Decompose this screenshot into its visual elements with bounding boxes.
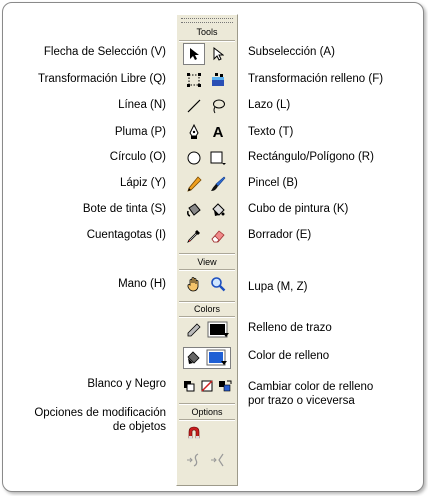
- divider: [179, 301, 235, 303]
- label-rectangulo: Rectángulo/Polígono (R): [248, 151, 374, 163]
- label-borrador: Borrador (E): [248, 229, 312, 241]
- stroke-color-icon: [187, 323, 201, 337]
- no-color-button[interactable]: [198, 375, 215, 397]
- text-icon: A: [212, 123, 224, 141]
- brush-tool-button[interactable]: [207, 173, 229, 195]
- stroke-color-swatch[interactable]: [206, 319, 232, 341]
- selection-tool-button[interactable]: [183, 43, 205, 65]
- label-opciones-1: Opciones de modificación: [34, 407, 166, 419]
- arrow-icon: [190, 48, 199, 60]
- swap-colors-icon: [218, 380, 231, 392]
- fill-color-row: [183, 347, 231, 369]
- free-transform-tool-button[interactable]: [183, 69, 205, 91]
- stroke-color-tool: [183, 319, 205, 341]
- paint-bucket-icon: [212, 203, 225, 216]
- pencil-icon: [187, 176, 202, 192]
- subselection-tool-button[interactable]: [207, 43, 229, 65]
- lasso-icon: [213, 99, 225, 114]
- divider: [179, 253, 235, 255]
- label-lupa: Lupa (M, Z): [248, 281, 308, 293]
- ink-bottle-icon: [187, 203, 201, 217]
- divider: [179, 269, 235, 271]
- fill-color-icon: [187, 351, 200, 364]
- hand-tool-button[interactable]: [183, 273, 205, 295]
- zoom-tool-button[interactable]: [207, 273, 229, 295]
- label-circulo: Círculo (O): [109, 151, 166, 163]
- black-white-icon: [183, 381, 194, 392]
- snap-button[interactable]: [183, 422, 205, 444]
- label-pincel: Pincel (B): [248, 177, 298, 189]
- swap-colors-button[interactable]: [216, 375, 233, 397]
- colors-section-title: Colors: [193, 304, 220, 314]
- fill-color-swatch[interactable]: [206, 349, 228, 367]
- label-transformacion-libre: Transformación Libre (Q): [37, 73, 166, 85]
- oval-icon: [187, 151, 201, 165]
- label-linea: Línea (N): [118, 99, 166, 111]
- divider: [179, 403, 235, 405]
- label-cuentagotas: Cuentagotas (I): [86, 229, 166, 241]
- label-texto: Texto (T): [248, 126, 294, 138]
- straighten-icon: [211, 453, 224, 467]
- no-color-icon: [200, 380, 213, 392]
- label-relleno-trazo: Relleno de trazo: [248, 322, 332, 334]
- eyedropper-tool-button[interactable]: [183, 225, 205, 247]
- hand-icon: [187, 277, 199, 292]
- smooth-button[interactable]: [183, 449, 205, 471]
- pen-icon: [189, 124, 199, 139]
- lasso-tool-button[interactable]: [207, 95, 229, 117]
- label-bote: Bote de tinta (S): [82, 203, 166, 215]
- line-tool-button[interactable]: [183, 95, 205, 117]
- rectangle-icon: [210, 151, 226, 165]
- eraser-icon: [211, 230, 225, 243]
- divider: [179, 40, 235, 42]
- eraser-tool-button[interactable]: [207, 225, 229, 247]
- label-cubo: Cubo de pintura (K): [248, 203, 349, 215]
- tools-section-title: Tools: [196, 27, 218, 37]
- subselect-icon: [213, 47, 224, 61]
- label-transformacion-relleno: Transformación relleno (F): [248, 73, 384, 85]
- brush-icon: [211, 176, 226, 191]
- label-seleccion: Flecha de Selección (V): [43, 46, 166, 58]
- label-subseleccion: Subselección (A): [248, 46, 335, 58]
- tools-panel: Tools A View Colors Options: [176, 14, 238, 486]
- fill-transform-tool-button[interactable]: [207, 69, 229, 91]
- label-blanco-negro: Blanco y Negro: [87, 378, 166, 390]
- label-opciones-2: de objetos: [112, 421, 166, 433]
- options-section-title: Options: [191, 407, 223, 417]
- view-section-title: View: [197, 257, 217, 267]
- black-white-button[interactable]: [180, 375, 197, 397]
- free-transform-icon: [187, 73, 201, 87]
- label-mano: Mano (H): [118, 278, 166, 290]
- eyedropper-icon: [187, 230, 200, 243]
- paint-bucket-tool-button[interactable]: [207, 199, 229, 221]
- pen-tool-button[interactable]: [183, 121, 205, 143]
- rectangle-tool-button[interactable]: [207, 147, 229, 169]
- panel-grip[interactable]: [181, 18, 233, 23]
- text-tool-button[interactable]: A: [207, 121, 229, 143]
- label-cambiar-1: Cambiar color de relleno: [248, 381, 374, 393]
- label-lazo: Lazo (L): [248, 99, 291, 111]
- zoom-icon: [211, 277, 226, 292]
- line-icon: [187, 99, 201, 113]
- label-pluma: Pluma (P): [114, 126, 166, 138]
- pencil-tool-button[interactable]: [183, 173, 205, 195]
- label-lapiz: Lápiz (Y): [119, 177, 166, 189]
- stroke-swatch-icon: [207, 321, 229, 338]
- magnet-icon: [188, 426, 200, 439]
- straighten-button[interactable]: [207, 449, 229, 471]
- fill-transform-icon: [212, 73, 224, 86]
- label-color-relleno: Color de relleno: [248, 350, 330, 362]
- divider: [179, 316, 235, 318]
- divider: [179, 419, 235, 421]
- oval-tool-button[interactable]: [183, 147, 205, 169]
- smooth-icon: [187, 453, 199, 467]
- ink-bottle-tool-button[interactable]: [183, 199, 205, 221]
- label-cambiar-2: por trazo o viceversa: [248, 395, 355, 407]
